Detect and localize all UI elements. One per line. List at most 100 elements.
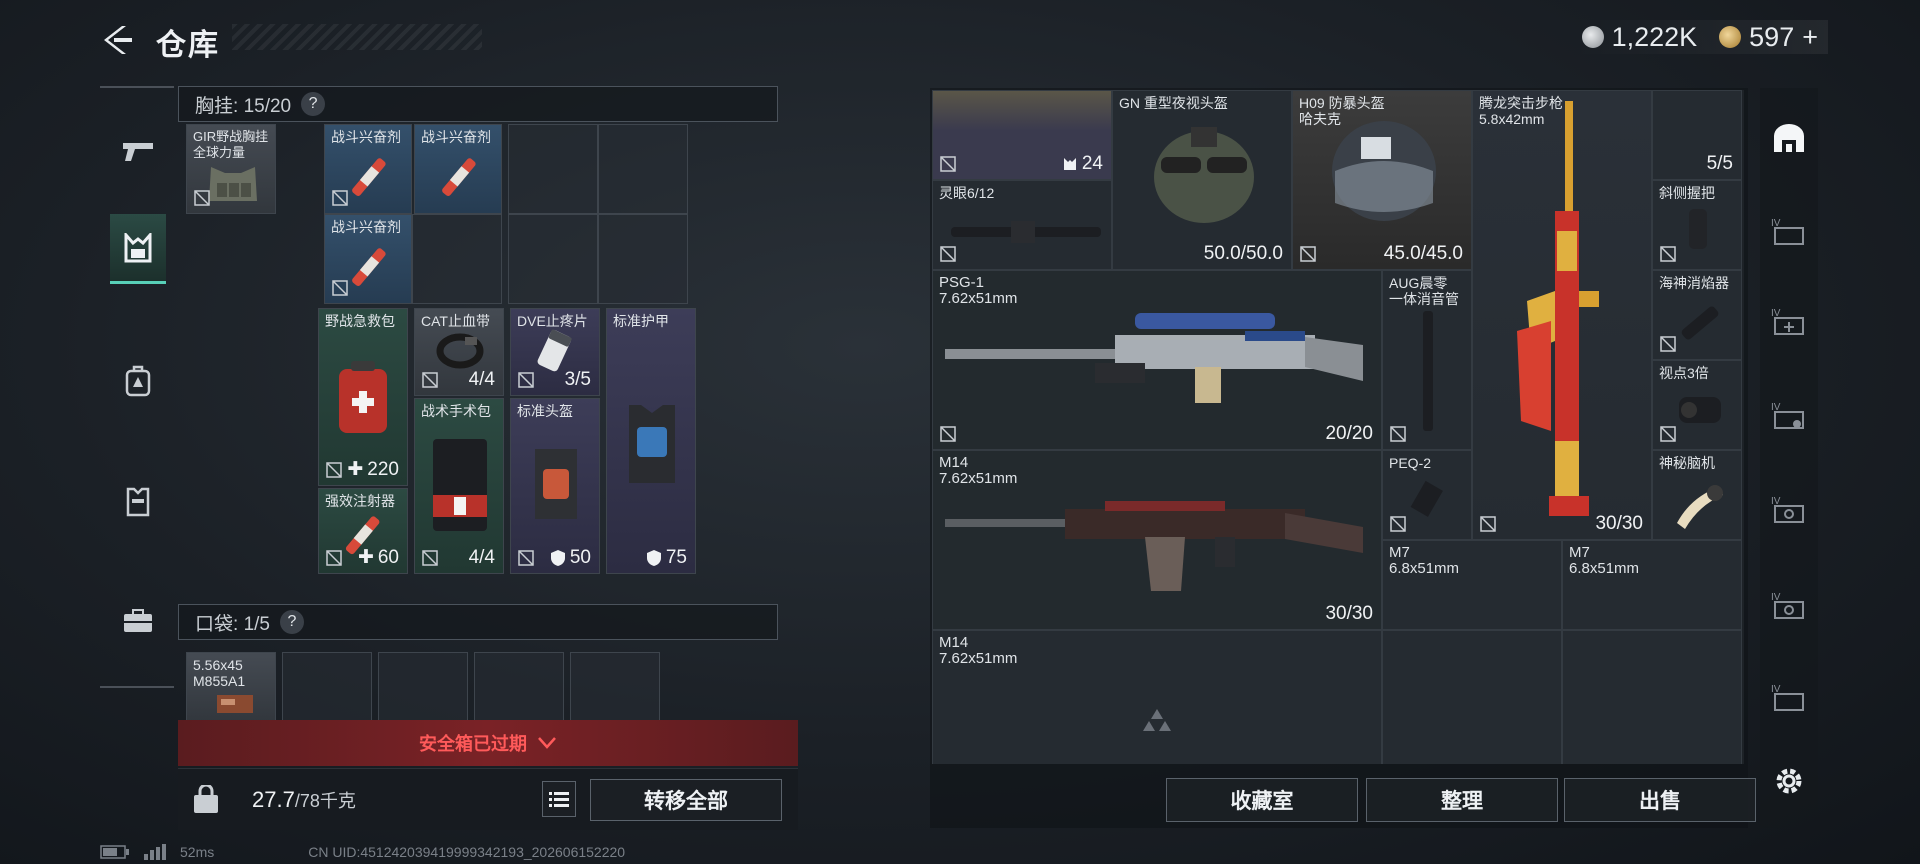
list-view-button[interactable] bbox=[542, 781, 576, 817]
uid-text: CN UID:451242039419999342193_20260615222… bbox=[308, 844, 626, 860]
weight-text: 27.7/78千克 bbox=[252, 787, 356, 812]
no-insurance-icon bbox=[518, 550, 534, 566]
back-arrow-icon[interactable] bbox=[100, 22, 136, 58]
tab-storage-iv-3[interactable]: IV bbox=[1768, 394, 1810, 436]
gear-icon bbox=[1776, 768, 1802, 794]
currency-display: 1,222K 597 + bbox=[1571, 20, 1828, 54]
item-ammo-m855a1[interactable]: 5.56x45 M855A1 bbox=[186, 652, 276, 722]
nav-armor[interactable] bbox=[110, 466, 166, 536]
silver-coin-icon bbox=[1581, 26, 1604, 48]
empty-slot[interactable] bbox=[1562, 630, 1742, 764]
item-tactical-surgical-kit[interactable]: 战术手术包 4/4 bbox=[414, 398, 504, 574]
item-m7-rifle[interactable]: M7 6.8x51mm bbox=[1562, 540, 1742, 630]
tab-storage-iv-6[interactable]: IV bbox=[1768, 676, 1810, 718]
item-h09-riot-helmet[interactable]: H09 防暴头盔 哈夫克 45.0/45.0 bbox=[1292, 90, 1472, 270]
item-combat-stim[interactable]: 战斗兴奋剂 bbox=[324, 214, 412, 304]
empty-slot[interactable] bbox=[1382, 630, 1562, 764]
item-m14-rifle[interactable]: M14 7.62x51mm 30/30 bbox=[932, 450, 1382, 630]
item-combat-stim[interactable]: 战斗兴奋剂 bbox=[414, 124, 502, 214]
nav-chest-rig[interactable] bbox=[110, 214, 166, 284]
item-chest-rig[interactable]: GIR野战胸挂 全球力量 bbox=[186, 124, 276, 214]
no-insurance-icon bbox=[1480, 516, 1496, 532]
silver-amount: 1,222K bbox=[1611, 21, 1698, 52]
briefcase-icon bbox=[124, 609, 152, 632]
item-dve-painkiller[interactable]: DVE止疼片 3/5 bbox=[510, 308, 600, 396]
item-name: DVE止疼片 bbox=[517, 313, 588, 329]
no-insurance-icon bbox=[940, 246, 956, 262]
item-name: GN 重型夜视头盔 bbox=[1119, 95, 1228, 111]
item-top-right[interactable]: 5/5 bbox=[1652, 90, 1742, 180]
pocket-help-button[interactable]: ? bbox=[280, 610, 304, 634]
empty-slot[interactable] bbox=[508, 214, 598, 304]
empty-slot[interactable] bbox=[598, 124, 688, 214]
empty-slot[interactable] bbox=[598, 214, 688, 304]
item-m14-rifle[interactable]: M14 7.62x51mm bbox=[932, 630, 1382, 764]
item-poseidon-flash-hider[interactable]: 海神消焰器 bbox=[1652, 270, 1742, 360]
empty-pocket-slot[interactable] bbox=[378, 652, 468, 722]
item-peq2[interactable]: PEQ-2 bbox=[1382, 450, 1472, 540]
list-icon bbox=[549, 792, 569, 807]
item-mystery-brain-machine[interactable]: 神秘脑机 bbox=[1652, 450, 1742, 540]
title-decoration bbox=[232, 24, 482, 50]
item-scope-6-12[interactable]: 灵眼6/12 bbox=[932, 180, 1112, 270]
ping-text: 52ms bbox=[180, 844, 215, 860]
weight-icon bbox=[194, 785, 218, 813]
chest-rig-image bbox=[209, 167, 257, 201]
chest-rig-help-button[interactable]: ? bbox=[301, 92, 326, 116]
item-name: AUG晨零 一体消音管 bbox=[1389, 275, 1459, 307]
chest-rig-label: 胸挂: 15/20 bbox=[195, 95, 292, 117]
rig-small-icon bbox=[1063, 158, 1076, 170]
tab-storage-iv-5[interactable]: IV bbox=[1768, 584, 1810, 626]
warehouse-icon bbox=[1774, 124, 1804, 152]
sell-button[interactable]: 出售 bbox=[1564, 778, 1756, 822]
item-gn-night-vision-helmet[interactable]: GN 重型夜视头盔 50.0/50.0 bbox=[1112, 90, 1292, 270]
item-3x-sight[interactable]: 视点3倍 bbox=[1652, 360, 1742, 450]
item-name: M14 7.62x51mm bbox=[939, 454, 1018, 487]
settings-button[interactable] bbox=[1768, 760, 1810, 802]
item-field-medkit[interactable]: 野战急救包 ✚ 220 bbox=[318, 308, 408, 486]
syringe-image bbox=[442, 158, 476, 196]
item-dragon-assault-rifle[interactable]: 腾龙突击步枪 5.8x42mm 30/30 bbox=[1472, 90, 1652, 540]
transfer-all-button[interactable]: 转移全部 bbox=[590, 779, 782, 821]
item-top-left[interactable]: 24 bbox=[932, 90, 1112, 180]
sort-button[interactable]: 整理 bbox=[1366, 778, 1558, 822]
empty-slot[interactable] bbox=[412, 214, 502, 304]
empty-pocket-slot[interactable] bbox=[282, 652, 372, 722]
item-combat-stim[interactable]: 战斗兴奋剂 bbox=[324, 124, 412, 214]
item-m7-rifle[interactable]: M7 6.8x51mm bbox=[1382, 540, 1562, 630]
tab-storage-iv-1[interactable]: IV bbox=[1768, 210, 1810, 252]
item-quantity: 20/20 bbox=[1325, 423, 1373, 444]
empty-pocket-slot[interactable] bbox=[570, 652, 660, 722]
item-name: 5.56x45 M855A1 bbox=[193, 657, 246, 689]
item-cat-tourniquet[interactable]: CAT止血带 4/4 bbox=[414, 308, 504, 396]
item-name: 战斗兴奋剂 bbox=[331, 129, 401, 145]
tab-storage-iv-2[interactable]: IV bbox=[1768, 300, 1810, 342]
armor-vest-image bbox=[629, 405, 675, 483]
storage-box-icon: IV bbox=[1771, 218, 1804, 245]
storage-tabs: IV IV IV IV IV IV bbox=[1760, 88, 1818, 828]
nav-case[interactable] bbox=[110, 586, 166, 656]
status-bar: 52ms CN UID:451242039419999342193_202606… bbox=[100, 844, 625, 860]
item-potent-injector[interactable]: 强效注射器 ✚ 60 bbox=[318, 488, 408, 574]
chevron-down-icon bbox=[538, 737, 556, 749]
chest-rig-header: 胸挂: 15/20 ? bbox=[178, 86, 778, 122]
tab-storage-iv-4[interactable]: IV bbox=[1768, 488, 1810, 530]
secure-case-expired-banner[interactable]: 安全箱已过期 bbox=[178, 720, 798, 766]
item-quantity: ✚ 220 bbox=[347, 458, 399, 481]
gold-add-button[interactable]: + bbox=[1802, 22, 1818, 53]
surgical-kit-image bbox=[433, 439, 487, 531]
item-aug-suppressor[interactable]: AUG晨零 一体消音管 bbox=[1382, 270, 1472, 450]
item-standard-helmet[interactable]: 标准头盔 50 bbox=[510, 398, 600, 574]
item-name: 强效注射器 bbox=[325, 493, 395, 509]
helmet-image bbox=[535, 449, 577, 519]
storage-box-icon: IV bbox=[1771, 684, 1804, 711]
nav-backpack[interactable] bbox=[110, 346, 166, 416]
tab-all-storage[interactable] bbox=[1768, 118, 1810, 160]
item-angled-grip[interactable]: 斜侧握把 bbox=[1652, 180, 1742, 270]
empty-slot[interactable] bbox=[508, 124, 598, 214]
nav-weapon[interactable] bbox=[110, 116, 166, 186]
empty-pocket-slot[interactable] bbox=[474, 652, 564, 722]
item-standard-armor[interactable]: 标准护甲 75 bbox=[606, 308, 696, 574]
collection-room-button[interactable]: 收藏室 bbox=[1166, 778, 1358, 822]
item-psg1[interactable]: PSG-1 7.62x51mm 20/20 bbox=[932, 270, 1382, 450]
